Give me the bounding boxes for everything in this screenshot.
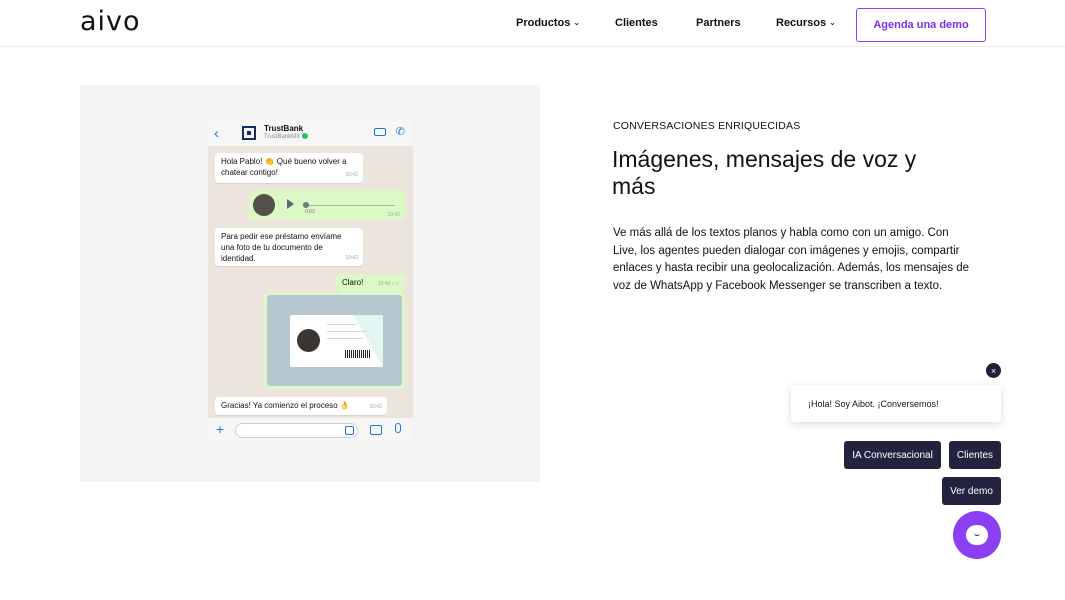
section-body: Ve más allá de los textos planos y habla…	[613, 227, 970, 292]
microphone-icon	[395, 423, 401, 433]
message-text: Hola Pablo! 👏 Qué bueno volver a chatear…	[221, 157, 347, 177]
chevron-down-icon: ⌄	[573, 18, 581, 27]
audio-knob	[303, 202, 309, 208]
close-chat-button[interactable]: ×	[986, 363, 1001, 378]
message-input	[235, 423, 358, 438]
nav-recursos[interactable]: Recursos ⌄	[776, 17, 836, 29]
schedule-demo-button[interactable]: Agenda una demo	[856, 8, 986, 42]
card-accent	[353, 315, 383, 367]
plus-icon: +	[216, 421, 225, 437]
nav-productos-label: Productos	[516, 17, 571, 29]
chat-launcher-button[interactable]	[953, 511, 1001, 559]
contact-handle: TrustBankMX	[264, 134, 301, 140]
phone-icon: ✆	[395, 126, 405, 138]
message-text: Para pedir ese préstamo envíame una foto…	[221, 232, 342, 263]
id-photo	[267, 295, 402, 386]
message-time: 10:42	[387, 212, 400, 218]
chatbot-greeting: ¡Hola! Soy Aibot. ¡Conversemos!	[791, 385, 1001, 422]
chip-ia-conversacional[interactable]: IA Conversacional	[844, 441, 941, 469]
whatsapp-mockup: ‹ TrustBank TrustBankMX ✆ Hola Pablo! 👏 …	[208, 120, 413, 443]
image-message	[264, 292, 405, 389]
message-bubble: Para pedir ese préstamo envíame una foto…	[215, 228, 363, 266]
message-time: 10:42	[345, 255, 358, 261]
card-line	[327, 331, 367, 332]
feature-illustration: ‹ TrustBank TrustBankMX ✆ Hola Pablo! 👏 …	[80, 85, 540, 482]
video-call-icon	[374, 128, 386, 136]
nav-partners[interactable]: Partners	[696, 17, 741, 29]
card-line	[327, 324, 357, 325]
message-time: 10:42 ✓✓	[377, 281, 400, 287]
message-bubble: Hola Pablo! 👏 Qué bueno volver a chatear…	[215, 153, 363, 183]
chip-clientes[interactable]: Clientes	[949, 441, 1001, 469]
section-title: Imágenes, mensajes de voz y más	[612, 146, 917, 199]
back-arrow-icon: ‹	[214, 124, 219, 142]
message-time: 10:42	[369, 404, 382, 410]
message-text: Claro!	[342, 278, 364, 287]
chat-header: ‹ TrustBank TrustBankMX ✆	[208, 120, 413, 146]
site-header: aivo Productos ⌄ Clientes Partners Recurs…	[0, 0, 1065, 47]
nav-recursos-label: Recursos	[776, 17, 827, 29]
message-time: 10:42	[345, 172, 358, 178]
contact-handle-row: TrustBankMX	[264, 133, 309, 141]
contact-name: TrustBank	[264, 124, 304, 133]
aivo-logo[interactable]: aivo	[80, 6, 141, 37]
smile-shape	[974, 533, 980, 536]
id-portrait	[297, 329, 320, 352]
voice-message: 0:03 10:42	[249, 190, 405, 220]
id-card-image	[290, 315, 383, 367]
bank-logo-icon	[242, 126, 256, 140]
audio-track	[305, 205, 395, 206]
nav-clientes[interactable]: Clientes	[615, 17, 658, 29]
sticker-icon	[345, 426, 354, 435]
section-eyebrow: CONVERSACIONES ENRIQUECIDAS	[613, 120, 801, 132]
chevron-down-icon: ⌄	[829, 18, 836, 27]
barcode	[345, 350, 370, 358]
verified-icon	[302, 133, 309, 140]
card-line	[327, 338, 363, 339]
message-text: Gracias! Ya comienzo el proceso 👌	[221, 401, 350, 410]
chat-input-bar: +	[208, 418, 413, 443]
chatbot-face-icon	[966, 525, 988, 545]
contact-info: TrustBank TrustBankMX	[264, 124, 309, 141]
play-icon	[287, 199, 294, 209]
message-bubble: Gracias! Ya comienzo el proceso 👌 10:42	[215, 397, 387, 415]
message-bubble: Claro! 10:42 ✓✓	[336, 274, 405, 292]
voice-duration: 0:03	[305, 209, 315, 215]
camera-icon	[370, 425, 382, 435]
chip-ver-demo[interactable]: Ver demo	[942, 477, 1001, 505]
sender-avatar	[253, 194, 275, 216]
nav-productos[interactable]: Productos ⌄	[516, 17, 580, 29]
